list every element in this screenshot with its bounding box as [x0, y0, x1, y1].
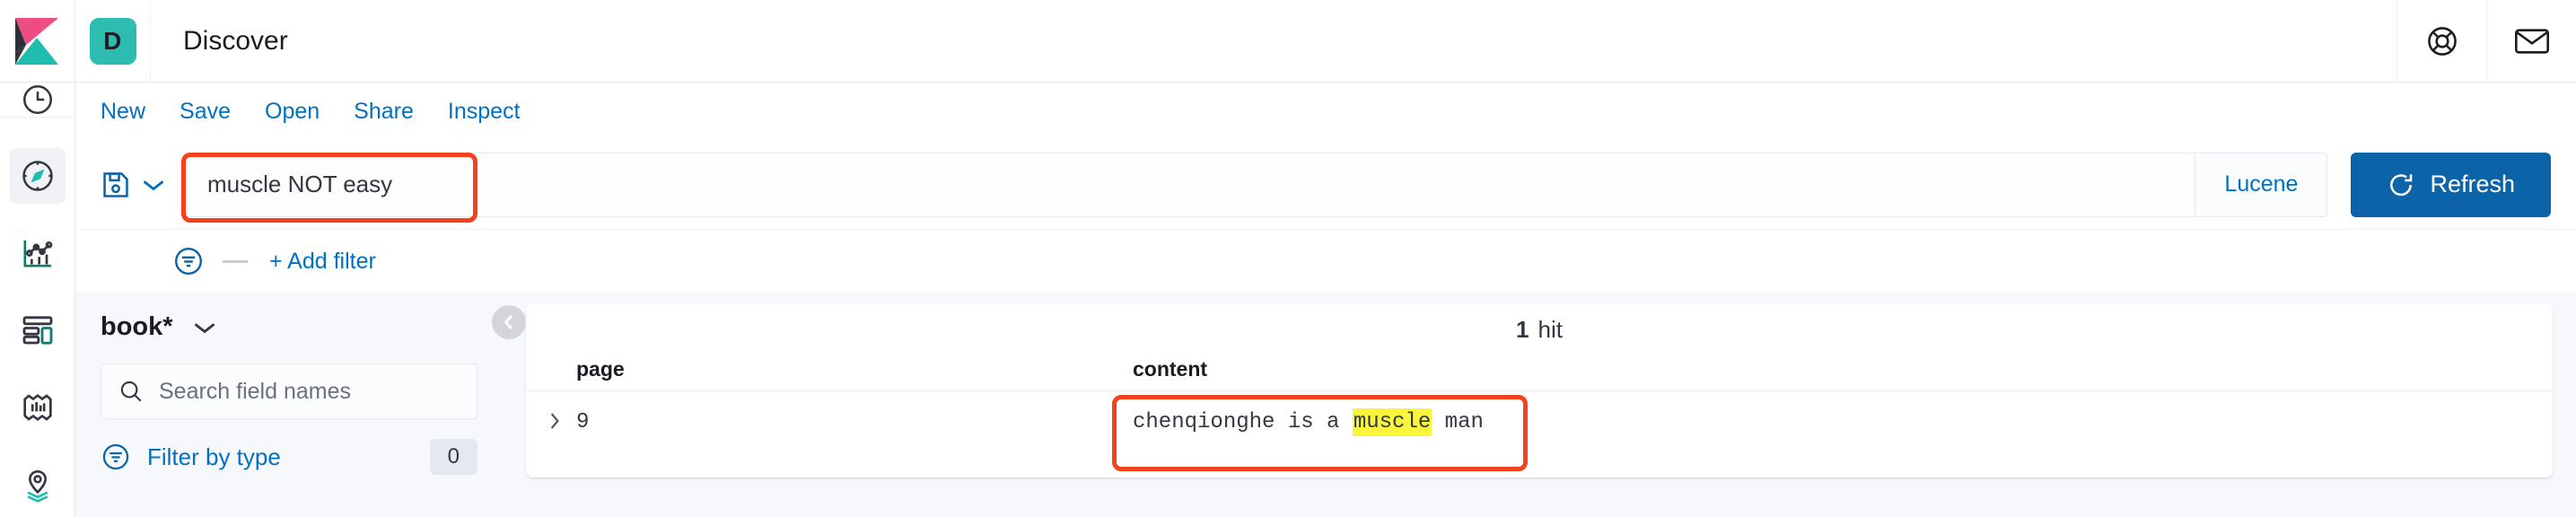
recently-viewed-clock-icon: [21, 83, 55, 117]
query-input[interactable]: muscle NOT easy: [184, 153, 2195, 216]
chevron-right-icon[interactable]: [546, 410, 576, 432]
column-header-page: page: [576, 357, 625, 381]
content-prefix: chenqionghe is a: [1133, 410, 1353, 434]
menu-item-save[interactable]: Save: [180, 99, 231, 125]
newsfeed-envelope-icon: [2514, 25, 2550, 57]
filter-circle-icon: [101, 442, 131, 472]
documents-panel: 1 hit page content 9 chenqionghe is a mu…: [526, 303, 2553, 478]
chevron-left-icon: [499, 312, 519, 332]
refresh-icon: [2387, 171, 2415, 199]
saved-query-button[interactable]: [101, 170, 183, 200]
content-highlight: muscle: [1352, 408, 1433, 436]
table-row[interactable]: 9 chenqionghe is a muscle man: [526, 390, 2553, 451]
column-header-content: content: [1133, 357, 1208, 381]
page-title: Discover: [183, 25, 288, 56]
query-bar[interactable]: muscle NOT easy Lucene: [183, 152, 2328, 217]
menu-item-open[interactable]: Open: [265, 99, 320, 125]
search-input[interactable]: [159, 378, 460, 405]
discover-results: 1 hit page content 9 chenqionghe is a mu…: [492, 293, 2576, 517]
menu-item-new[interactable]: New: [101, 99, 145, 125]
save-floppy-icon: [101, 170, 131, 200]
content-value: chenqionghe is a muscle man: [1133, 408, 1484, 436]
index-pattern-label: book*: [101, 312, 173, 341]
filter-by-type-label: Filter by type: [147, 443, 281, 470]
visualize-chart-icon: [20, 235, 56, 271]
maps-pin-icon: [20, 467, 56, 503]
field-sidebar: book* Search field names Filter by type …: [75, 293, 506, 517]
expand-row-cell[interactable]: [526, 390, 576, 451]
canvas-icon: [20, 390, 56, 425]
sidebar-item-discover[interactable]: [0, 137, 75, 215]
sidebar-item-canvas[interactable]: [0, 369, 75, 446]
help-button[interactable]: [2396, 0, 2486, 82]
avatar: D: [89, 17, 136, 65]
table-header-row: page content: [526, 355, 2553, 391]
discover-body: book* Search field names Filter by type …: [75, 293, 2576, 517]
filter-bar-divider: [223, 259, 248, 263]
filter-by-type-count-badge: 0: [429, 439, 478, 475]
field-search-box[interactable]: [101, 364, 478, 419]
page-value: 9: [576, 410, 590, 434]
cell-page: 9: [576, 390, 1133, 451]
space-avatar-button[interactable]: D: [75, 0, 151, 82]
global-header: D Discover: [0, 0, 2576, 83]
hit-count: 1 hit: [526, 303, 2553, 355]
content-suffix: man: [1432, 410, 1484, 434]
menu-item-inspect[interactable]: Inspect: [448, 99, 521, 125]
refresh-button-label: Refresh: [2430, 171, 2515, 197]
search-magnifier-icon: [118, 378, 145, 405]
sidebar-item-visualize[interactable]: [0, 215, 75, 292]
discover-compass-icon: [20, 158, 56, 194]
chevron-down-icon: [191, 320, 218, 336]
hit-count-label: hit: [1538, 315, 1563, 343]
documents-table: page content 9 chenqionghe is a muscle m…: [526, 355, 2553, 451]
chevron-down-icon: [140, 176, 167, 194]
discover-top-menu: New Save Open Share Inspect: [75, 83, 2576, 140]
add-filter-button[interactable]: + Add filter: [269, 249, 376, 275]
kibana-logo-button[interactable]: [0, 0, 75, 82]
collapse-sidebar-button[interactable]: [492, 305, 526, 339]
recently-viewed-button[interactable]: [0, 83, 75, 118]
primary-navigation-rail: [0, 83, 75, 517]
filter-circle-icon[interactable]: [172, 245, 205, 277]
sidebar-item-maps[interactable]: [0, 446, 75, 517]
kibana-discover-app: D Discover New Save Open Share Inspect m…: [0, 0, 2576, 517]
column-header-toggle: [526, 355, 576, 391]
sidebar-item-dashboard[interactable]: [0, 292, 75, 369]
hit-count-value: 1: [1516, 315, 1529, 343]
cell-content: chenqionghe is a muscle man: [1133, 390, 2553, 451]
query-language-switcher[interactable]: Lucene: [2195, 153, 2327, 216]
menu-item-share[interactable]: Share: [354, 99, 414, 125]
dashboard-grid-icon: [20, 312, 56, 348]
help-lifebuoy-icon: [2425, 24, 2459, 58]
filter-bar: + Add filter: [75, 230, 2576, 293]
newsfeed-button[interactable]: [2486, 0, 2576, 82]
kibana-logo-icon: [13, 16, 62, 66]
index-pattern-switcher[interactable]: book*: [101, 312, 478, 342]
header-actions: [2396, 0, 2576, 82]
refresh-button[interactable]: Refresh: [2351, 152, 2551, 217]
query-bar-row: muscle NOT easy Lucene Refresh: [75, 140, 2576, 230]
filter-by-type-button[interactable]: Filter by type 0: [101, 439, 478, 475]
